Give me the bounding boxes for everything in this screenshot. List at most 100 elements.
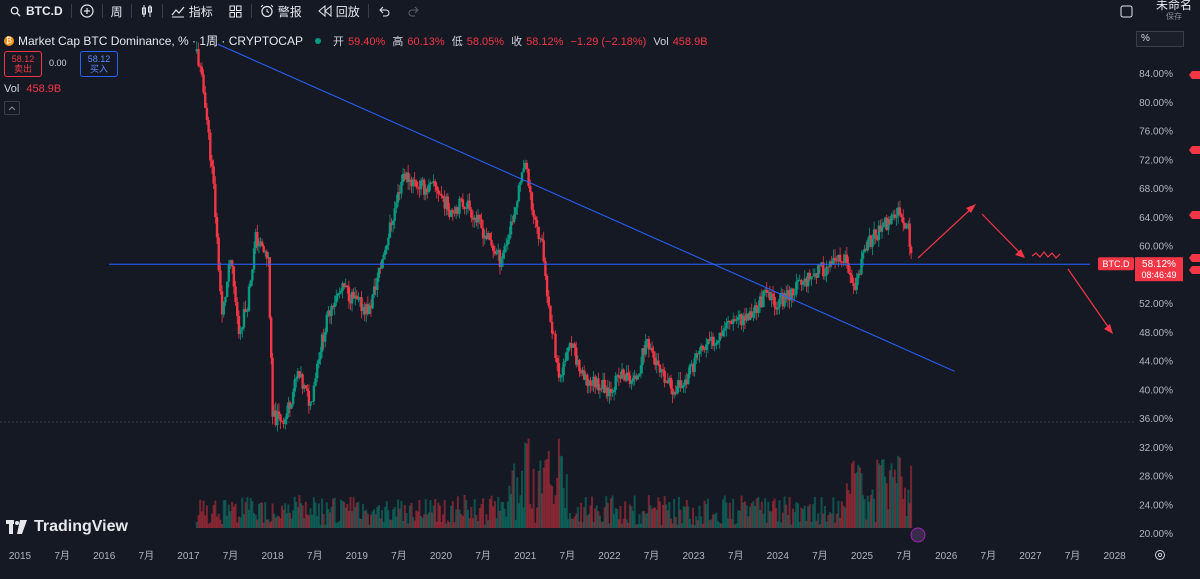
candle-body [567, 347, 570, 352]
candle-body [882, 222, 885, 228]
x-tick-label: 2027 [1019, 551, 1042, 562]
y-tick-label: 44.00% [1139, 357, 1173, 368]
candle-body [268, 257, 271, 318]
candle-body [234, 286, 237, 302]
tradingview-logo[interactable]: TradingView [6, 518, 128, 536]
x-tick-label: 7月 [644, 550, 660, 562]
fullscreen-icon[interactable] [1120, 4, 1134, 18]
candle-body [371, 294, 374, 309]
candle-body [490, 240, 493, 246]
alert-marker [1189, 211, 1200, 219]
candle-body [555, 358, 559, 363]
candle-body [269, 317, 273, 358]
toolbar-right: 未命名 保存 [1120, 0, 1200, 22]
indicators-button[interactable]: 指标 [163, 0, 221, 22]
volume-bar [788, 497, 791, 528]
chart-canvas: 84.00% 80.00% 76.00% 72.00% 68.00% 64.00% 60.0… [0, 41, 1200, 562]
volume-bars [195, 438, 913, 528]
layout-name-button[interactable]: 未命名 保存 [1156, 0, 1192, 22]
candle-body [795, 281, 798, 295]
candle-body [215, 216, 219, 238]
sell-button[interactable]: 58.12 卖出 [4, 51, 42, 77]
open-value: 59.40% [347, 35, 386, 48]
x-tick-label: 7月 [391, 550, 407, 562]
candle-body [825, 266, 828, 276]
symbol-search-button[interactable]: BTC.D [0, 0, 71, 22]
candle-body [291, 391, 295, 405]
candle-body [861, 252, 865, 259]
high-label: 高 [392, 35, 404, 48]
candle-body [242, 309, 246, 328]
candle-body [304, 385, 307, 389]
candle-body [346, 285, 349, 288]
candle-body [214, 183, 217, 217]
x-tick-label: 2021 [514, 551, 537, 562]
candle-body [434, 181, 437, 187]
layouts-button[interactable] [221, 0, 251, 22]
event-icon [910, 527, 926, 543]
plus-circle-icon [80, 4, 94, 18]
ohlc-values: 开 59.40% 高 60.13% 低 58.05% 收 58.12% −1.29 (−… [333, 33, 712, 49]
candle-body [501, 252, 505, 259]
interval-button[interactable]: 周 [103, 0, 131, 22]
candle-body [652, 351, 655, 358]
price-scale[interactable]: 84.00% 80.00% 76.00% 72.00% 68.00% 64.00% 60.0… [1139, 69, 1173, 540]
y-tick-label: 52.00% [1139, 299, 1173, 310]
scale-unit-selector[interactable]: % [1136, 31, 1184, 47]
chart-type-button[interactable] [132, 0, 162, 22]
change-value: −1.29 (−2.18%) [570, 35, 647, 48]
buy-button[interactable]: 58.12 买入 [80, 51, 118, 77]
candle-body [324, 331, 327, 342]
candle-body [534, 216, 537, 220]
candle-body [262, 245, 265, 253]
logo-text: TradingView [34, 518, 128, 535]
candle-body [347, 287, 351, 302]
candle-body [330, 305, 333, 317]
candle-body [440, 194, 443, 196]
grid-layout-icon [229, 4, 243, 18]
candle-body [701, 345, 705, 350]
candle-body [627, 372, 630, 376]
bitcoin-icon: ₿ [4, 35, 14, 46]
candle-body [219, 270, 222, 292]
candle-body [845, 254, 849, 264]
candle-body [210, 160, 214, 167]
volume-legend[interactable]: Vol 458.9B [4, 83, 61, 95]
chart-area[interactable]: 84.00% 80.00% 76.00% 72.00% 68.00% 64.00% 60.0… [0, 22, 1200, 574]
candles [195, 41, 913, 432]
time-scale[interactable]: 2015 7月 2016 7月 2017 7月 2018 7月 2019 7月 2020 7月 2021… [9, 550, 1126, 562]
candle-body [460, 198, 463, 200]
x-tick-label: 2028 [1103, 551, 1126, 562]
y-tick-label: 60.00% [1139, 242, 1173, 253]
alert-label: 警报 [277, 4, 302, 19]
redo-button[interactable] [399, 0, 429, 22]
candle-body [256, 232, 259, 247]
candle-body [636, 375, 640, 380]
legend-title[interactable]: Market Cap BTC Dominance, % · 1周 · CRYPT… [18, 32, 303, 49]
candle-body [855, 278, 858, 290]
replay-button[interactable]: 回放 [310, 0, 368, 22]
undo-icon [377, 4, 391, 18]
candle-body [335, 295, 338, 303]
consolidation-scribble [1031, 251, 1061, 259]
settings-gear-icon[interactable] [1154, 548, 1166, 560]
candle-body [562, 362, 565, 376]
candle-body [908, 223, 911, 247]
undo-button[interactable] [369, 0, 399, 22]
x-tick-label: 7月 [728, 550, 744, 562]
candle-body [277, 411, 281, 415]
candle-body [207, 119, 210, 133]
candle-body [545, 275, 549, 297]
volume-bar [910, 465, 913, 528]
compare-symbol-button[interactable] [72, 0, 102, 22]
candle-body [441, 195, 445, 199]
x-tick-label: 2018 [261, 551, 284, 562]
collapse-legend-button[interactable] [4, 101, 20, 115]
candle-body [705, 344, 708, 350]
alert-button[interactable]: 警报 [252, 0, 310, 22]
candle-body [679, 380, 682, 389]
x-tick-label: 2026 [935, 551, 958, 562]
candle-body [508, 234, 511, 240]
candle-body [617, 375, 621, 378]
candle-body [488, 232, 492, 241]
